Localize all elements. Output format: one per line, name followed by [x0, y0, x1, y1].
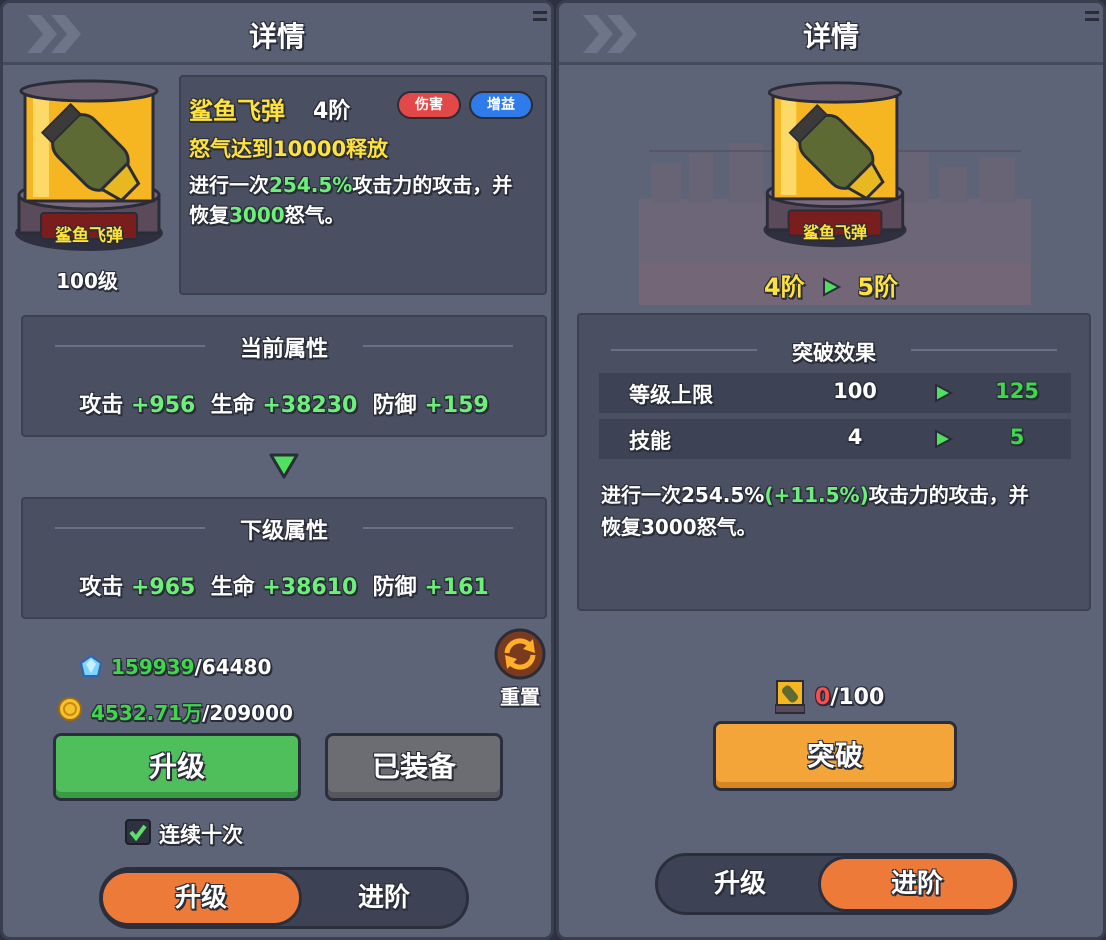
- row-to: 5: [1009, 425, 1025, 449]
- skill-name: 鲨鱼飞弹: [189, 97, 285, 125]
- play-arrow-icon: [935, 429, 953, 449]
- page-title: 详情: [802, 20, 859, 53]
- effect-row: 等级上限 100 125: [599, 373, 1071, 413]
- skill-trigger: 怒气达到10000释放: [189, 137, 389, 161]
- menu-icon[interactable]: [533, 11, 547, 23]
- current-stats-title: 当前属性: [239, 337, 328, 362]
- material-count: 0/100: [815, 685, 884, 710]
- title-bar: 详情: [559, 3, 1103, 65]
- desc-percent: 254.5%: [269, 173, 353, 197]
- tab-upgrade[interactable]: 升级: [658, 856, 822, 912]
- stat-value: +956: [130, 393, 196, 418]
- desc-text: 攻击力的攻击，并: [868, 483, 1029, 507]
- tab-upgrade[interactable]: 升级: [100, 870, 302, 926]
- play-arrow-icon: [935, 383, 953, 403]
- stat-label: 生命: [210, 393, 255, 418]
- play-arrow-icon: [823, 277, 842, 297]
- row-to: 125: [995, 379, 1039, 403]
- breakthrough-effect-box: 突破效果 等级上限 100 125 技能 4 5 进行一次254.5%(+11.…: [577, 313, 1091, 611]
- item-name-plate: 鲨鱼飞弹: [55, 226, 123, 246]
- skill-info-box: 鲨鱼飞弹 4阶 伤害 增益 怒气达到10000释放 进行一次254.5%攻击力的…: [179, 75, 547, 295]
- skill-desc-line2: 恢复3000怒气。: [189, 199, 345, 228]
- skill-desc-line1: 进行一次254.5%攻击力的攻击，并: [189, 169, 512, 198]
- desc-text: 进行一次254.5%: [601, 483, 765, 507]
- desc-text: 怒气。: [284, 203, 345, 227]
- tab-bar: 升级 进阶: [655, 853, 1017, 915]
- gold-coin-icon: [58, 697, 82, 721]
- advance-detail-panel: 详情 鲨鱼飞弹 4阶 5阶 突破效果 等级上限 100 125 技能 4 5 进…: [556, 0, 1106, 940]
- desc-text: 攻击力的攻击，并: [352, 173, 513, 197]
- upgrade-detail-panel: 详情 鲨鱼飞弹 100级 鲨鱼飞弹 4阶 伤害 增益 怒气达到10000释放 进…: [0, 0, 554, 940]
- reset-icon[interactable]: [493, 627, 547, 681]
- shark-missile-material-icon: [775, 680, 805, 714]
- material-have: 0: [815, 685, 831, 710]
- row-label: 等级上限: [629, 383, 713, 407]
- gem-need: /64480: [194, 655, 272, 679]
- menu-icon[interactable]: [1085, 11, 1099, 23]
- upgrade-button[interactable]: 升级: [53, 733, 301, 801]
- desc-bonus: (+11.5%): [764, 483, 869, 507]
- gold-have: 4532.71万: [91, 701, 203, 725]
- stat-value: +161: [424, 575, 489, 600]
- rank-from: 4阶: [763, 273, 805, 301]
- desc-text: 进行一次: [189, 173, 269, 197]
- tab-bar: 升级 进阶: [99, 867, 469, 929]
- gem-icon: [79, 655, 103, 677]
- stat-label: 防御: [372, 393, 417, 418]
- stat-label: 攻击: [79, 393, 124, 418]
- stat-label: 生命: [210, 575, 255, 600]
- next-stats-line: 攻击 +965 生命 +38610 防御 +161: [23, 569, 545, 601]
- effect-desc-line1: 进行一次254.5%(+11.5%)攻击力的攻击，并: [601, 479, 1029, 508]
- desc-text: 恢复: [189, 203, 229, 227]
- stat-value: +38230: [262, 393, 358, 418]
- item-level: 100级: [56, 269, 118, 293]
- next-stats-title: 下级属性: [239, 519, 328, 544]
- row-from: 4: [847, 425, 863, 449]
- reset-label[interactable]: 重置: [489, 681, 551, 710]
- skill-rank: 4阶: [313, 99, 351, 124]
- material-need: /100: [830, 685, 885, 710]
- stat-label: 攻击: [79, 575, 124, 600]
- tab-advance[interactable]: 进阶: [818, 856, 1016, 912]
- stat-label: 防御: [372, 575, 417, 600]
- title-bar: 详情: [3, 3, 551, 65]
- gold-count: 4532.71万/209000: [91, 697, 293, 726]
- checkbox-checked-icon[interactable]: [125, 819, 151, 845]
- continuous-ten-label[interactable]: 连续十次: [159, 819, 243, 849]
- effect-desc-line2: 恢复3000怒气。: [601, 515, 757, 539]
- damage-tag: 伤害: [397, 91, 461, 119]
- gold-need: /209000: [202, 701, 293, 725]
- down-triangle-icon: [269, 453, 299, 479]
- breakthrough-button[interactable]: 突破: [713, 721, 957, 791]
- current-stats-line: 攻击 +956 生命 +38230 防御 +159: [23, 387, 545, 419]
- desc-amount: 3000: [229, 203, 285, 227]
- row-label: 技能: [629, 429, 671, 453]
- stat-value: +159: [424, 393, 489, 418]
- effect-title: 突破效果: [792, 341, 876, 365]
- page-title: 详情: [248, 20, 305, 53]
- rank-to: 5阶: [857, 273, 899, 301]
- stat-value: +38610: [262, 575, 358, 600]
- row-from: 100: [833, 379, 877, 403]
- rank-transition: 4阶 5阶: [559, 267, 1103, 302]
- next-stats-box: 下级属性 攻击 +965 生命 +38610 防御 +161: [21, 497, 547, 619]
- gem-have: 159939: [111, 655, 195, 679]
- tab-advance[interactable]: 进阶: [302, 870, 466, 926]
- buff-tag: 增益: [469, 91, 533, 119]
- gem-count: 159939/64480: [111, 655, 271, 679]
- stat-value: +965: [130, 575, 196, 600]
- effect-row: 技能 4 5: [599, 419, 1071, 459]
- current-stats-box: 当前属性 攻击 +956 生命 +38230 防御 +159: [21, 315, 547, 437]
- equipped-button[interactable]: 已装备: [325, 733, 503, 801]
- item-name-plate: 鲨鱼飞弹: [802, 223, 867, 242]
